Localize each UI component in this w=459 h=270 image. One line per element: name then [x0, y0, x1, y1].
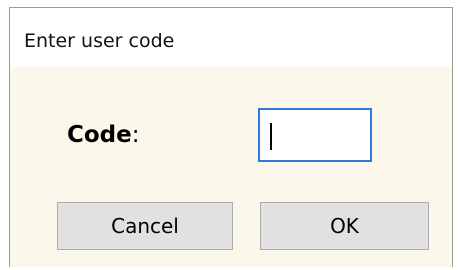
code-label-colon: :	[131, 122, 140, 148]
text-caret	[270, 123, 272, 150]
cancel-button[interactable]: Cancel	[57, 202, 233, 250]
enter-user-code-dialog: Enter user code Code: Cancel OK	[9, 7, 453, 267]
code-label-text: Code	[67, 122, 132, 148]
code-label: Code:	[67, 122, 140, 148]
dialog-titlebar: Enter user code	[10, 8, 452, 67]
code-input[interactable]	[258, 108, 372, 162]
dialog-title: Enter user code	[24, 30, 175, 52]
ok-button[interactable]: OK	[260, 202, 429, 250]
